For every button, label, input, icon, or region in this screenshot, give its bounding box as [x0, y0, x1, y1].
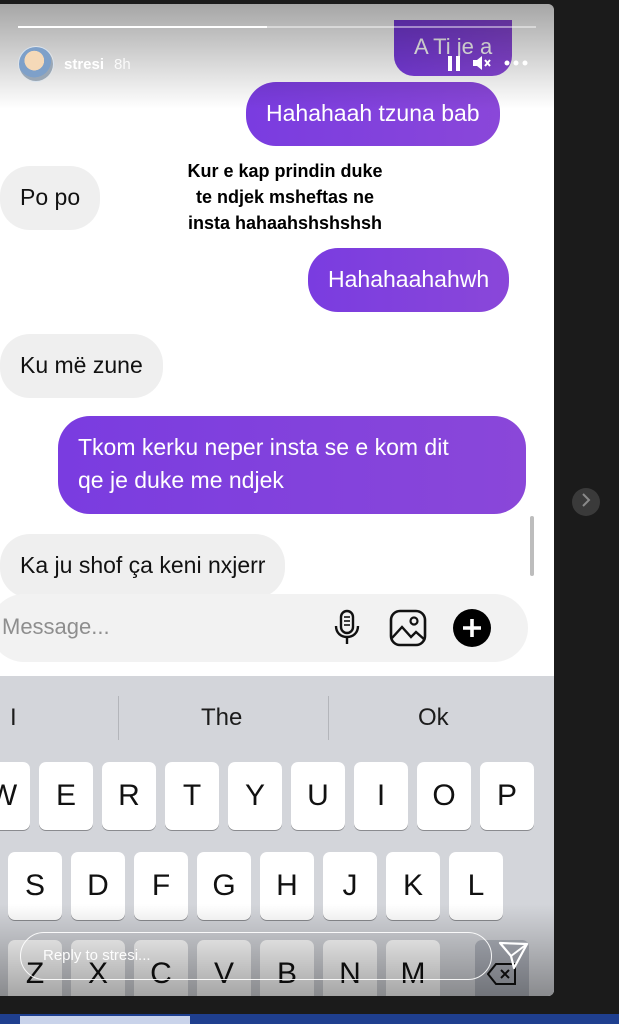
message-bubble-incoming: Ku më zune	[0, 334, 163, 398]
key-p[interactable]: P	[480, 762, 534, 830]
suggestion-item[interactable]: I	[10, 704, 17, 732]
key-l[interactable]: L	[449, 852, 503, 920]
key-g[interactable]: G	[197, 852, 251, 920]
suggestion-divider	[328, 696, 329, 740]
message-text: Po po	[20, 184, 81, 210]
chevron-right-icon	[581, 492, 591, 512]
key-j[interactable]: J	[323, 852, 377, 920]
send-icon[interactable]	[498, 940, 530, 975]
key-r[interactable]: R	[102, 762, 156, 830]
pause-icon[interactable]	[448, 55, 460, 71]
key-k[interactable]: K	[386, 852, 440, 920]
key-h[interactable]: H	[260, 852, 314, 920]
key-o[interactable]: O	[417, 762, 471, 830]
key-f[interactable]: F	[134, 852, 188, 920]
story-username[interactable]: stresi	[64, 56, 104, 73]
story-reply-input[interactable]: Reply to stresi...	[20, 932, 492, 980]
suggestion-item[interactable]: The	[201, 704, 242, 732]
message-text: Ku më zune	[20, 352, 143, 378]
gallery-icon[interactable]	[388, 608, 428, 653]
message-bubble-incoming: Ka ju shof ça keni nxjerr	[0, 534, 286, 598]
key-u[interactable]: U	[291, 762, 345, 830]
story-progress-bar	[18, 26, 536, 28]
taskbar	[0, 1014, 619, 1024]
message-bubble-outgoing: Hahahaah tzuna bab	[246, 82, 500, 146]
suggestion-item[interactable]: Ok	[418, 704, 449, 732]
message-bubble-outgoing: Hahahaahahwh	[308, 248, 510, 312]
scrollbar[interactable]	[530, 516, 534, 576]
key-d[interactable]: D	[71, 852, 125, 920]
reply-placeholder: Reply to stresi...	[43, 947, 151, 964]
suggestion-bar: I The Ok	[0, 676, 554, 760]
add-icon[interactable]	[452, 608, 492, 653]
taskbar-item[interactable]	[20, 1016, 190, 1024]
message-composer: Message...	[0, 594, 528, 662]
suggestion-divider	[118, 696, 119, 740]
story-viewer: stresi 8h A Ti je a Hahahaah tzuna bab P…	[0, 4, 554, 996]
story-header: stresi 8h	[18, 46, 131, 82]
next-story-button[interactable]	[572, 488, 600, 516]
message-input[interactable]: Message...	[2, 614, 110, 640]
key-i[interactable]: I	[354, 762, 408, 830]
caption-line: Kur e kap prindin duke	[187, 161, 383, 181]
microphone-icon[interactable]	[332, 608, 362, 653]
key-e[interactable]: E	[39, 762, 93, 830]
key-t[interactable]: T	[165, 762, 219, 830]
message-bubble-incoming: Po po	[0, 166, 101, 230]
key-s[interactable]: S	[8, 852, 62, 920]
story-progress-fill	[18, 26, 267, 28]
caption-line: te ndjek msheftas ne	[195, 187, 375, 207]
story-controls	[448, 54, 528, 72]
message-text-line: qe je duke me ndjek	[78, 467, 284, 493]
more-options-icon[interactable]	[504, 60, 528, 66]
mute-icon[interactable]	[472, 54, 492, 72]
message-bubble-outgoing: Tkom kerku neper insta se e kom dit qe j…	[58, 416, 526, 514]
key-y[interactable]: Y	[228, 762, 282, 830]
key-w[interactable]: W	[0, 762, 30, 830]
caption-line: insta hahaahshshshsh	[187, 213, 383, 233]
message-text: Hahahaahahwh	[328, 266, 490, 292]
story-caption: Kur e kap prindin duke te ndjek msheftas…	[150, 158, 420, 236]
avatar[interactable]	[18, 46, 54, 82]
message-text: Hahahaah tzuna bab	[266, 100, 480, 126]
message-text-line: Tkom kerku neper insta se e kom dit	[78, 434, 449, 460]
message-text: Ka ju shof ça keni nxjerr	[20, 552, 266, 578]
story-time-ago: 8h	[114, 55, 131, 73]
